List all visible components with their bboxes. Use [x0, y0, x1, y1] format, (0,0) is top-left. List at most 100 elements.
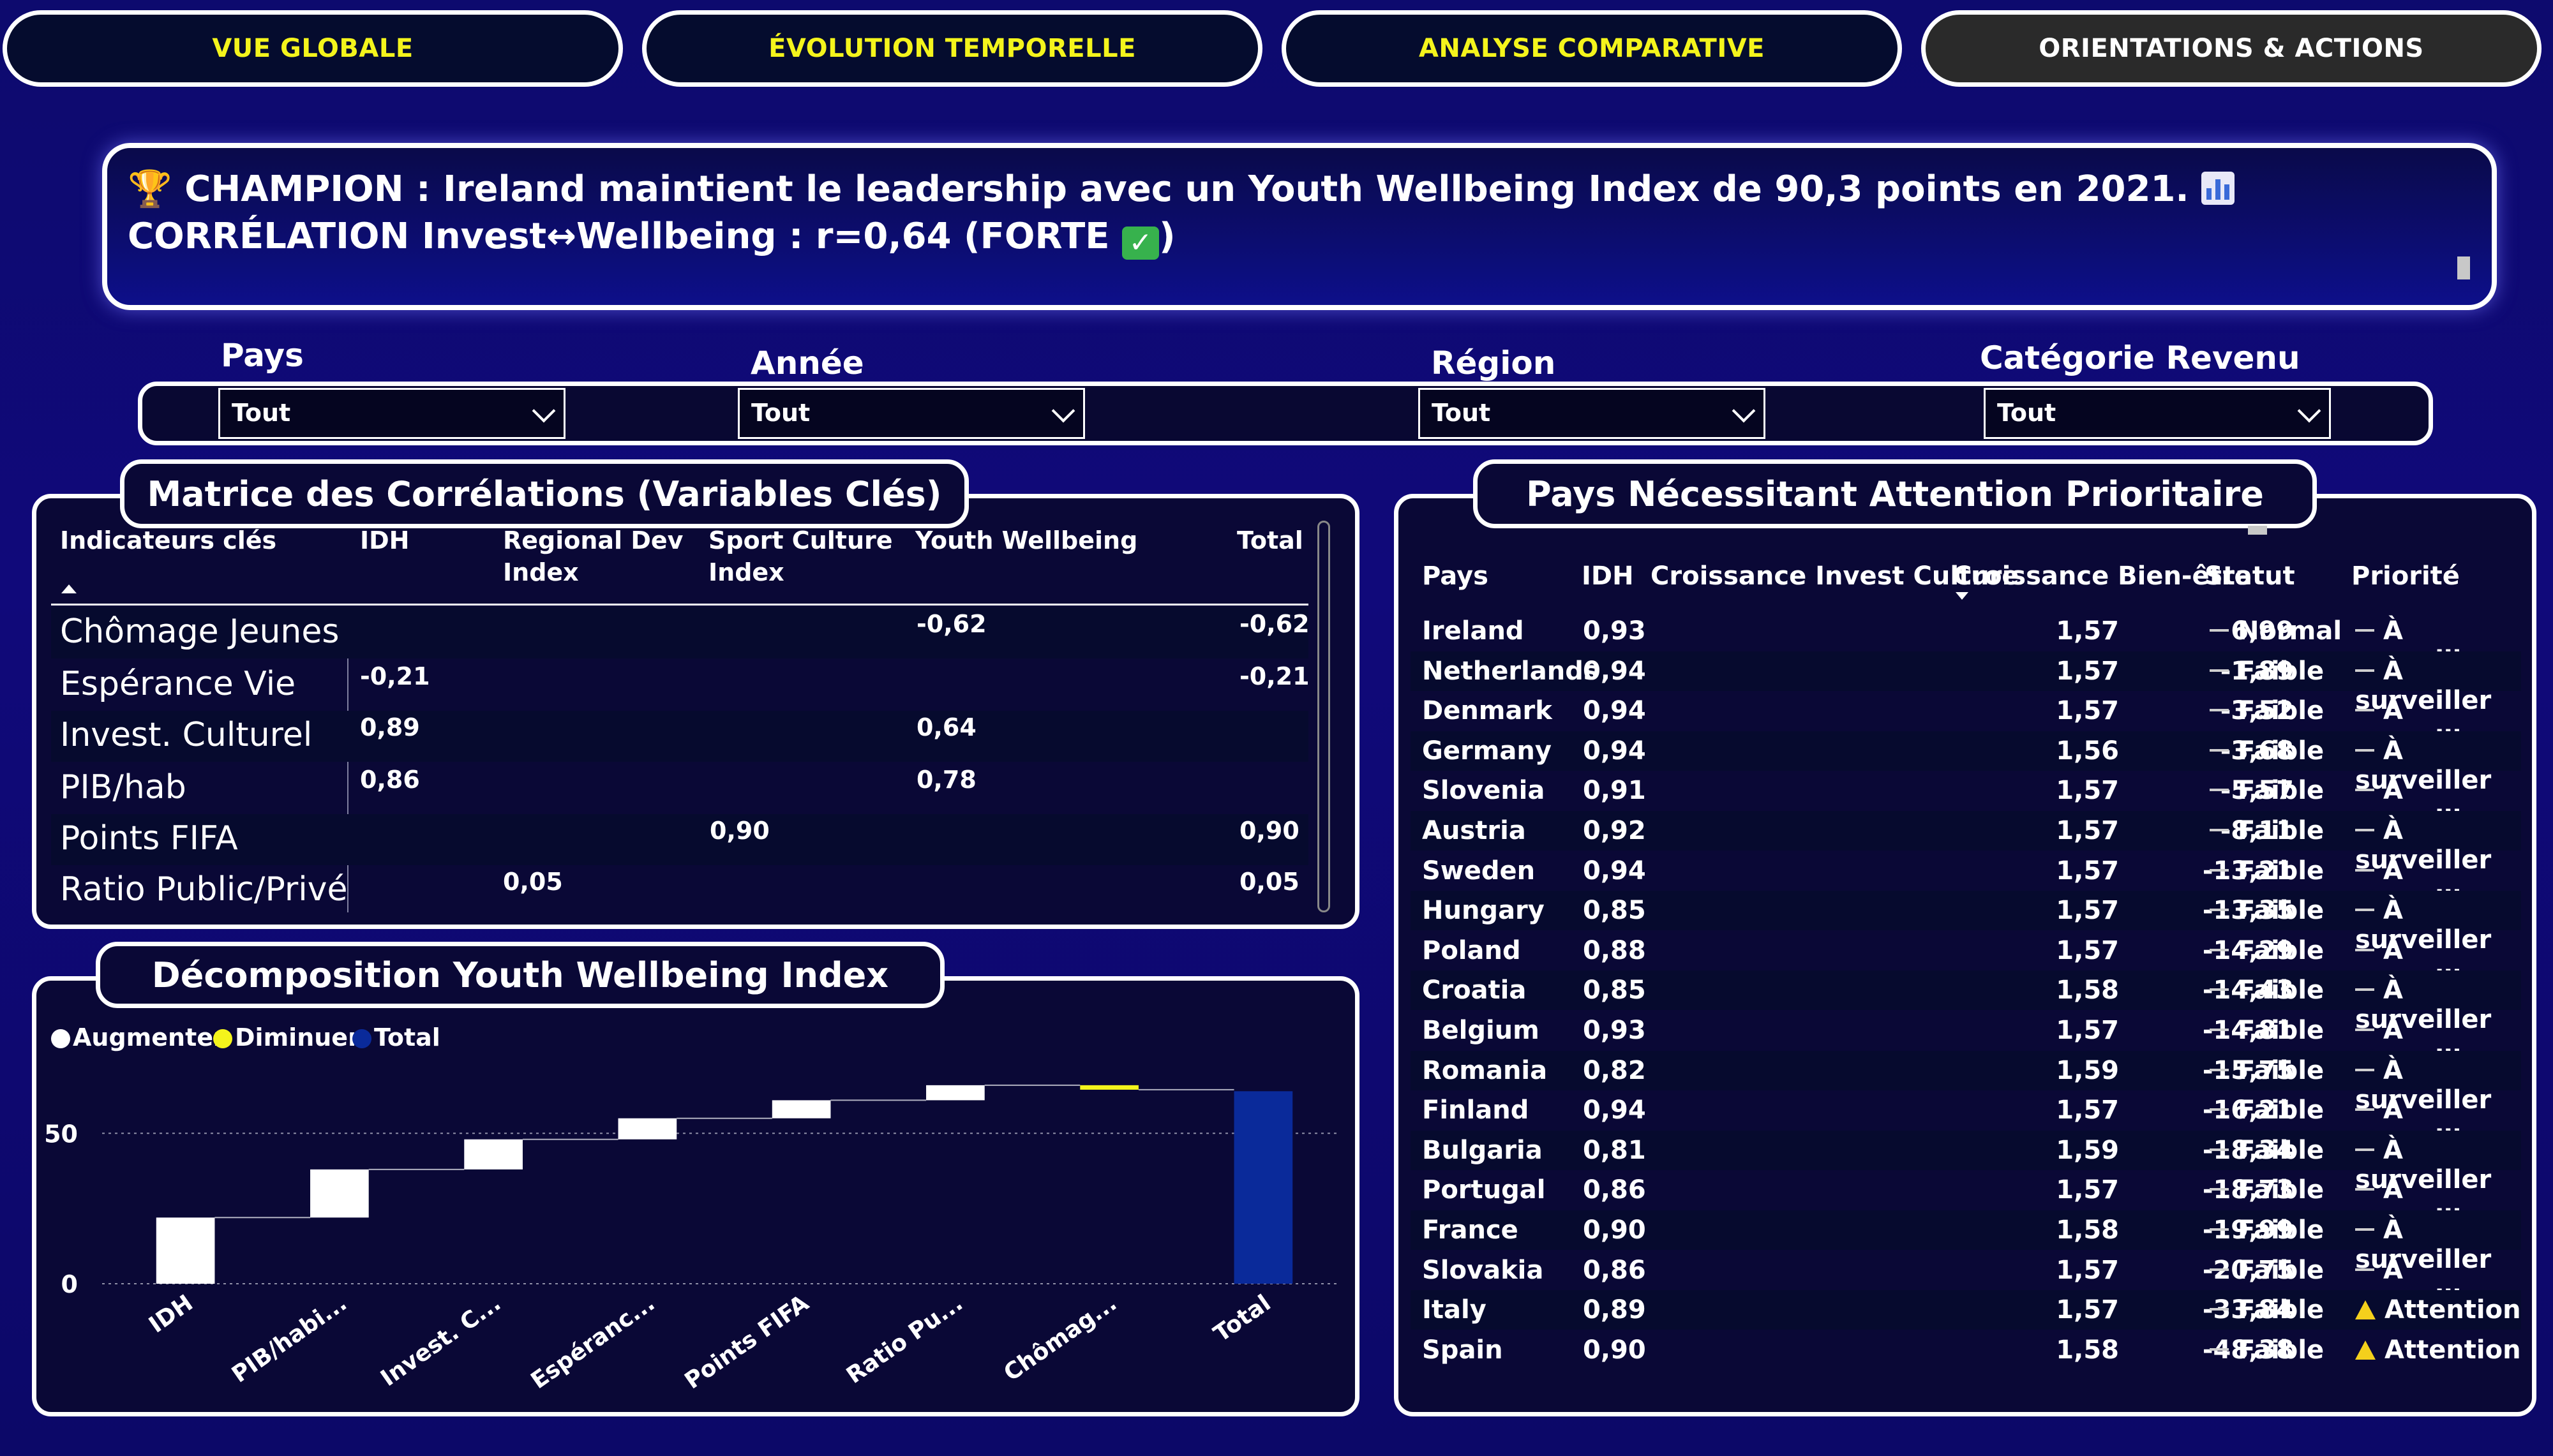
- table-row: Croatia 0,85 1,58 -14,43 Faible À surveiller: [1411, 970, 2521, 1034]
- cell-idh: -0,21: [360, 662, 430, 690]
- corr-header-regional[interactable]: Regional Dev Index: [503, 524, 694, 588]
- legend-decrease[interactable]: Diminuer: [213, 1023, 360, 1051]
- table-row: Netherlands 0,94 1,57 -1,89 Faible À surveill…: [1411, 651, 2521, 715]
- dash-icon: [2355, 1068, 2374, 1071]
- cell-invest: 1,57: [2056, 816, 2119, 845]
- table-row: Italy 0,89 1,57 -33,84 Faible Attention: [1411, 1290, 2521, 1330]
- cell-pays: Denmark: [1422, 696, 1552, 725]
- cell-pays-text: Italy: [1422, 1295, 1486, 1325]
- corr-header-total[interactable]: Total: [1237, 524, 1303, 556]
- warning-icon: [2355, 1300, 2376, 1320]
- cell-pays: Finland: [1422, 1096, 1529, 1125]
- pt-header-pays[interactable]: Pays: [1422, 561, 1488, 591]
- cell-pays-text: Finland: [1422, 1096, 1529, 1125]
- cell-statut: Faible: [2210, 1136, 2324, 1165]
- waterfall-bar[interactable]: [156, 1217, 215, 1284]
- dash-icon: [2355, 909, 2374, 912]
- corr-header-indicateurs[interactable]: Indicateurs clés: [60, 524, 276, 556]
- pt-header-priorite[interactable]: Priorité: [2351, 561, 2460, 591]
- dash-icon: [2210, 1268, 2229, 1271]
- waterfall-bar[interactable]: [618, 1118, 677, 1140]
- x-tick-label: Espéranc...: [527, 1290, 660, 1394]
- tab-vue-globale[interactable]: VUE GLOBALE: [3, 10, 623, 87]
- corr-header-youth[interactable]: Youth Wellbeing: [915, 524, 1137, 556]
- cell-idh: 0,89: [360, 713, 420, 741]
- dash-icon: [2355, 1029, 2374, 1031]
- table-row: Austria 0,92 1,57 -8,11 Faible À surveiller: [1411, 811, 2521, 875]
- corr-header-sport[interactable]: Sport Culture Index: [708, 524, 900, 588]
- waterfall-bar[interactable]: [926, 1085, 985, 1101]
- cell-idh: 0,89: [1583, 1295, 1646, 1325]
- table-row: Ireland0,931,576,99NormalÀ surveiller: [1411, 611, 2521, 675]
- pt-header-statut[interactable]: Statut: [2205, 561, 2295, 591]
- legend-decrease-label: Diminuer: [235, 1023, 360, 1051]
- waterfall-bar[interactable]: [464, 1139, 523, 1170]
- table-row: Points FIFA 0,90 0,90: [51, 814, 1308, 865]
- cell-statut: Faible: [2210, 856, 2324, 886]
- dash-icon: [2210, 829, 2229, 831]
- waterfall-bar[interactable]: [772, 1100, 831, 1118]
- dash-icon: [2210, 1029, 2229, 1031]
- waterfall-bar[interactable]: [1080, 1085, 1139, 1090]
- cell-idh: 0,90: [1583, 1335, 1646, 1365]
- waterfall-bar[interactable]: [1234, 1091, 1293, 1284]
- pt-header-idh[interactable]: IDH: [1582, 561, 1634, 591]
- priority-scroll-handle[interactable]: [2248, 526, 2267, 535]
- cell-statut-text: Faible: [2238, 896, 2325, 926]
- cell-pays-text: Belgium: [1422, 1016, 1539, 1045]
- categorie-revenu-select[interactable]: Tout: [1984, 388, 2331, 439]
- cell-statut-text: Faible: [2238, 856, 2325, 886]
- cell-statut-text: Faible: [2238, 1295, 2325, 1325]
- legend-increase[interactable]: Augmenter: [51, 1023, 225, 1051]
- cell-regional: 0,05: [503, 868, 563, 896]
- cell-pays-text: Poland: [1422, 935, 1521, 965]
- cell-statut: Faible: [2210, 1016, 2324, 1045]
- waterfall-title: Décomposition Youth Wellbeing Index: [96, 942, 945, 1008]
- cell-statut-text: Faible: [2238, 1215, 2325, 1245]
- region-select[interactable]: Tout: [1418, 388, 1765, 439]
- cell-invest: 1,57: [2056, 1295, 2119, 1325]
- cell-pays-text: Spain: [1422, 1335, 1503, 1365]
- banner-scrollbar[interactable]: [2457, 256, 2470, 279]
- sort-ascending-icon[interactable]: [61, 584, 77, 593]
- pays-select[interactable]: Tout: [218, 388, 565, 439]
- corr-scrollbar[interactable]: [1317, 521, 1330, 912]
- chevron-down-icon: [1732, 399, 1756, 423]
- cell-invest: 1,58: [2056, 976, 2119, 1005]
- cell-invest-text: 1,58: [2056, 976, 2119, 1006]
- sort-descending-icon[interactable]: [1956, 592, 1968, 600]
- cell-idh: 0,94: [1583, 856, 1646, 886]
- cell-statut-text: Faible: [2238, 1175, 2325, 1205]
- cell-statut: Faible: [2210, 896, 2324, 925]
- dash-icon: [2210, 1348, 2229, 1351]
- tab-analyse-comparative[interactable]: ANALYSE COMPARATIVE: [1282, 10, 1902, 87]
- dash-icon: [2355, 789, 2374, 792]
- cell-statut-text: Faible: [2238, 1335, 2325, 1365]
- dash-icon: [2210, 988, 2229, 992]
- cell-pays-text: Hungary: [1422, 896, 1545, 926]
- cell-statut-text: Faible: [2238, 1055, 2325, 1085]
- corr-header-idh[interactable]: IDH: [360, 524, 409, 556]
- cell-priorite: Attention: [2355, 1335, 2521, 1365]
- y-tick-label: 0: [61, 1270, 78, 1298]
- annee-select[interactable]: Tout: [738, 388, 1085, 439]
- cell-statut-text: Faible: [2238, 976, 2325, 1006]
- waterfall-bar[interactable]: [310, 1169, 369, 1218]
- cell-idh-text: 0,86: [1583, 1175, 1646, 1205]
- cell-pays: France: [1422, 1215, 1518, 1245]
- cell-pays: Slovakia: [1422, 1256, 1543, 1285]
- cell-pays: Spain: [1422, 1335, 1503, 1365]
- cell-pays-text: Bulgaria: [1422, 1135, 1543, 1165]
- tab-evolution-temporelle[interactable]: ÉVOLUTION TEMPORELLE: [642, 10, 1262, 87]
- cell-invest: 1,57: [2056, 696, 2119, 725]
- legend-total[interactable]: Total: [352, 1023, 440, 1051]
- table-row: Belgium0,931,57-14,81FaibleÀ surveiller: [1411, 1011, 2521, 1074]
- cell-idh: 0,82: [1583, 1056, 1646, 1085]
- tab-orientations-actions[interactable]: ORIENTATIONS & ACTIONS: [1921, 10, 2542, 87]
- table-row: France 0,90 1,58 -19,99 Faible À surveiller: [1411, 1210, 2521, 1274]
- dash-icon: [2355, 988, 2374, 992]
- cell-pays: Ireland: [1422, 616, 1524, 646]
- cell-statut: Faible: [2210, 657, 2324, 686]
- table-row: Slovenia0,911,57-5,57FaibleÀ surveiller: [1411, 771, 2521, 835]
- table-row: Espérance Vie -0,21 -0,21: [51, 660, 1310, 711]
